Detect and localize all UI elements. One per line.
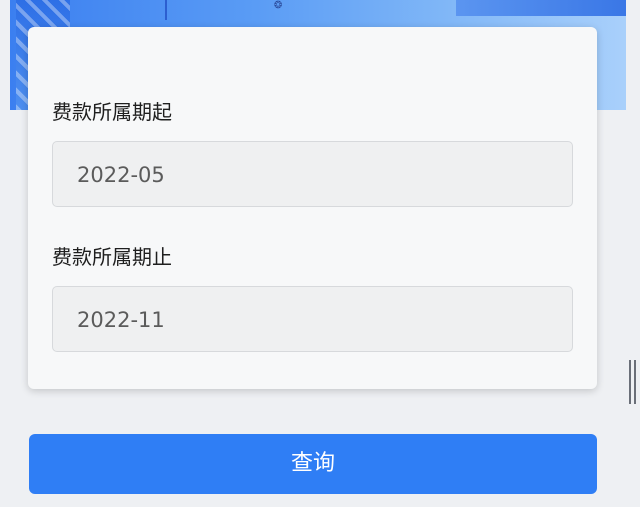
banner-decoration-block xyxy=(456,0,626,16)
query-button[interactable]: 查询 xyxy=(29,434,597,494)
banner-decoration-line xyxy=(165,0,167,20)
scrollbar-handle[interactable] xyxy=(628,360,638,404)
scrollbar-line xyxy=(629,360,631,404)
scrollbar-line xyxy=(634,360,636,404)
period-start-label: 费款所属期起 xyxy=(52,100,172,124)
period-end-input[interactable]: 2022-11 xyxy=(52,286,573,352)
banner-decoration-icon: ❂ xyxy=(274,0,283,11)
period-end-label: 费款所属期止 xyxy=(52,245,172,269)
period-start-input[interactable]: 2022-05 xyxy=(52,141,573,207)
query-form-card: 费款所属期起 2022-05 费款所属期止 2022-11 xyxy=(28,27,597,389)
